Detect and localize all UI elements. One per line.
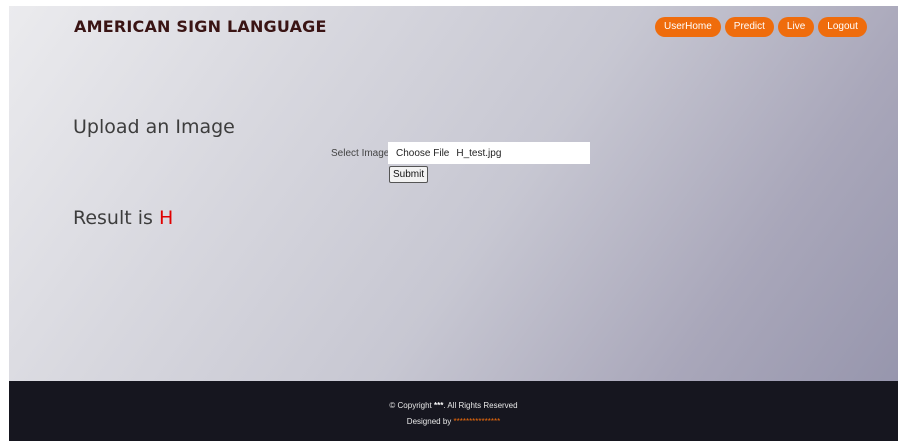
brand-title: AMERICAN SIGN LANGUAGE (74, 17, 327, 36)
footer: © Copyright ***. All Rights Reserved Des… (9, 381, 898, 441)
copyright-suffix: . All Rights Reserved (443, 401, 518, 410)
selected-file-name: H_test.jpg (456, 147, 502, 159)
copyright-text: © Copyright ***. All Rights Reserved (9, 401, 898, 410)
designed-by-text: Designed by *************** (9, 417, 898, 426)
result-prefix: Result is (73, 207, 159, 229)
result-text: Result is H (73, 207, 173, 229)
result-value: H (158, 207, 174, 229)
file-input[interactable]: Choose File H_test.jpg (388, 142, 590, 164)
upload-heading: Upload an Image (73, 116, 235, 138)
page-frame: AMERICAN SIGN LANGUAGE UserHome Predict … (9, 6, 898, 441)
copyright-prefix: © Copyright (389, 401, 434, 410)
select-image-label: Select Image (331, 148, 390, 159)
designer-link[interactable]: *************** (454, 417, 501, 426)
nav-live-button[interactable]: Live (777, 17, 815, 37)
nav-logout-button[interactable]: Logout (818, 17, 867, 37)
submit-button[interactable]: Submit (389, 166, 429, 183)
copyright-owner: *** (433, 401, 444, 410)
choose-file-button[interactable]: Choose File (388, 148, 456, 159)
nav-predict-button[interactable]: Predict (724, 17, 774, 37)
hero-section: AMERICAN SIGN LANGUAGE UserHome Predict … (9, 6, 898, 381)
designed-by-prefix: Designed by (406, 417, 454, 426)
top-nav: UserHome Predict Live Logout (655, 17, 867, 37)
nav-userhome-button[interactable]: UserHome (655, 17, 721, 37)
